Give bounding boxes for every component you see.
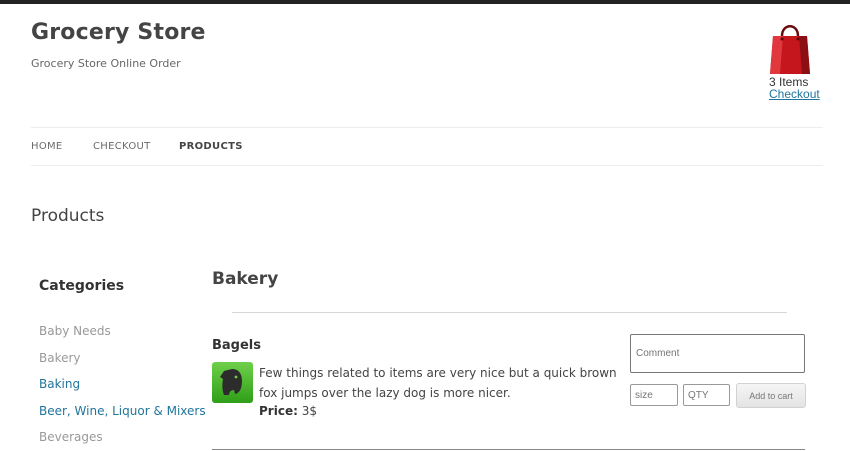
product-name: Bagels xyxy=(212,338,261,353)
site-title[interactable]: Grocery Store xyxy=(31,20,206,45)
category-beer-wine[interactable]: Beer, Wine, Liquor & Mixers xyxy=(39,404,206,418)
evernote-elephant-icon xyxy=(212,362,253,403)
section-title: Bakery xyxy=(212,269,279,289)
price-value: 3$ xyxy=(301,404,317,418)
price-label: Price: xyxy=(259,404,298,418)
section-divider xyxy=(232,312,787,313)
nav-products[interactable]: PRODUCTS xyxy=(179,141,243,152)
cart-widget: 3 Items Checkout xyxy=(769,20,829,101)
category-baking[interactable]: Baking xyxy=(39,377,80,391)
product-description: Few things related to items are very nic… xyxy=(259,366,617,400)
nav-checkout[interactable]: CHECKOUT xyxy=(93,141,151,152)
size-input[interactable] xyxy=(630,384,678,406)
product-divider xyxy=(212,449,805,450)
cart-checkout-link[interactable]: Checkout xyxy=(769,87,820,101)
shopping-bag-icon[interactable] xyxy=(769,20,829,76)
category-bakery[interactable]: Bakery xyxy=(39,351,81,365)
categories-title: Categories xyxy=(39,278,125,294)
page-title: Products xyxy=(31,206,105,226)
top-border xyxy=(0,0,850,4)
qty-input[interactable] xyxy=(683,384,730,406)
add-to-cart-button[interactable]: Add to cart xyxy=(736,383,806,408)
category-baby-needs[interactable]: Baby Needs xyxy=(39,324,111,338)
product-price: Price: 3$ xyxy=(259,404,317,418)
nav-home[interactable]: HOME xyxy=(31,141,63,152)
site-description: Grocery Store Online Order xyxy=(31,57,181,70)
main-nav: HOME CHECKOUT PRODUCTS xyxy=(31,127,823,166)
category-beverages[interactable]: Beverages xyxy=(39,430,103,444)
comment-input[interactable] xyxy=(630,334,805,373)
